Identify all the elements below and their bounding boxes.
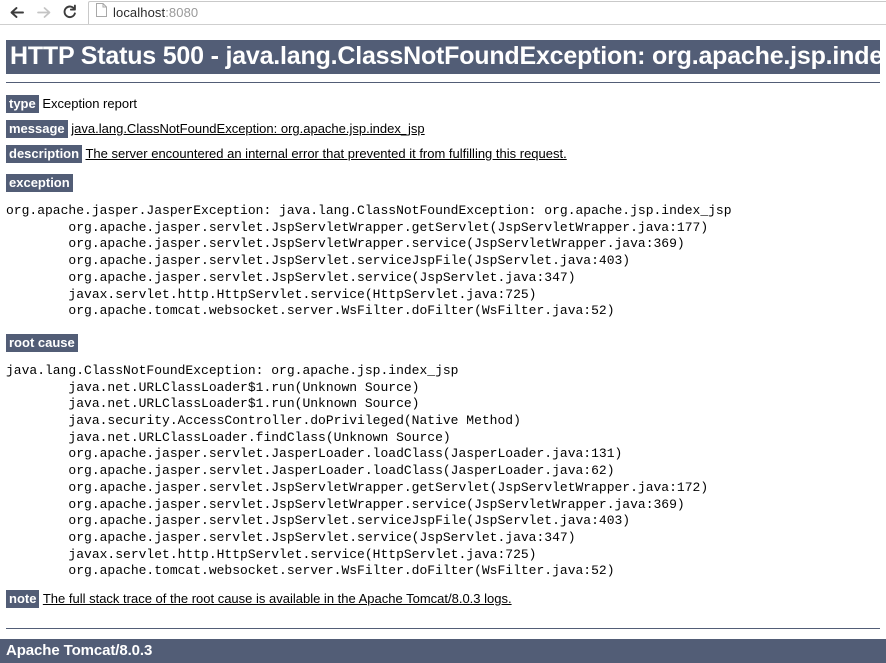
note-label: note [6,590,40,609]
field-note: note The full stack trace of the root ca… [6,580,880,609]
url-text: localhost:8080 [113,5,198,20]
field-type-value: Exception report [42,96,138,111]
url-port: :8080 [165,5,199,20]
field-type: type Exception report [6,83,880,113]
field-message-label: message [6,120,68,138]
root-cause-stack-trace: java.lang.ClassNotFoundException: org.ap… [6,362,709,579]
field-message-value: java.lang.ClassNotFoundException: org.ap… [71,121,425,136]
page-document-icon [96,3,107,22]
browser-toolbar: localhost:8080 [0,0,886,25]
section-exception: exception [6,160,880,192]
reload-icon [61,4,78,20]
exception-label: exception [6,174,73,192]
root-cause-label: root cause [6,333,78,352]
page-title: HTTP Status 500 - java.lang.ClassNotFoun… [6,40,886,74]
note-value: The full stack trace of the root cause i… [42,591,512,607]
field-description: description The server encountered an in… [6,135,880,163]
url-host: localhost [113,5,166,20]
address-bar[interactable]: localhost:8080 [88,0,886,24]
footer-server-banner: Apache Tomcat/8.0.3 [0,639,886,663]
footer-divider [6,628,880,629]
forward-button[interactable] [30,0,56,24]
reload-button[interactable] [56,0,82,24]
field-description-value: The server encountered an internal error… [85,146,567,161]
field-type-label: type [6,95,39,113]
exception-stack-trace: org.apache.jasper.JasperException: java.… [6,203,732,319]
back-arrow-icon [9,5,26,20]
field-description-label: description [6,145,83,163]
tomcat-error-page: HTTP Status 500 - java.lang.ClassNotFoun… [0,40,886,663]
back-button[interactable] [4,0,30,24]
section-root-cause: root cause [6,320,880,352]
forward-arrow-icon [35,5,52,20]
field-message: message java.lang.ClassNotFoundException… [6,110,880,138]
